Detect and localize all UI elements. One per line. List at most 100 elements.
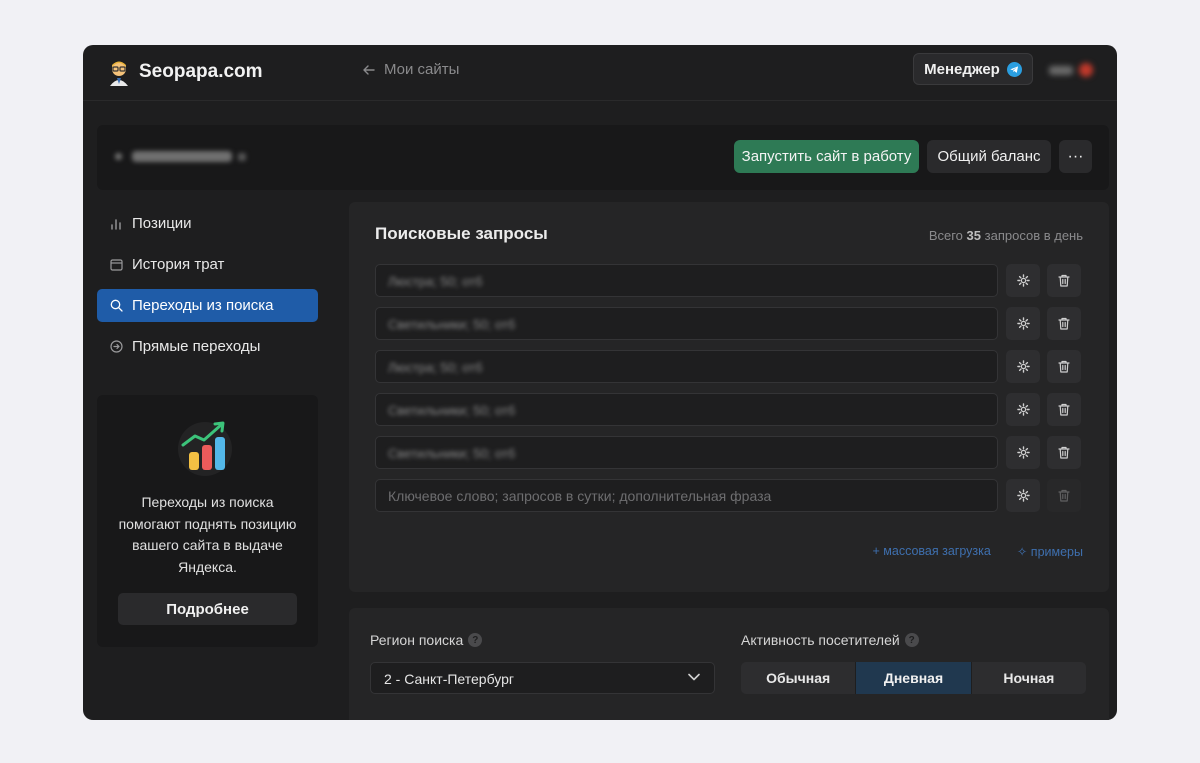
sidebar-item-label: Переходы из поиска <box>132 297 274 314</box>
gear-icon <box>1016 317 1030 330</box>
bulk-upload-link[interactable]: + массовая загрузка <box>873 544 991 559</box>
new-query-row: Ключевое слово; запросов в сутки; дополн… <box>375 479 1083 512</box>
query-input[interactable]: Люстра; 50; отб <box>375 264 998 297</box>
help-icon[interactable]: ? <box>904 633 919 647</box>
query-settings-button[interactable] <box>1006 436 1040 469</box>
avatar <box>1079 63 1093 77</box>
gear-icon <box>1016 489 1030 502</box>
visit-settings-card: Регион поиска ? 2 - Санкт-Петербург Акти… <box>349 608 1109 720</box>
section-title: Поисковые запросы <box>375 224 548 243</box>
copy-icon <box>238 152 246 161</box>
query-settings-button[interactable] <box>1006 393 1040 426</box>
region-value: 2 - Санкт-Петербург <box>384 671 515 687</box>
app-window: Seopapa.com Мои сайты Менеджер Запустить… <box>83 45 1117 720</box>
region-label-group: Регион поиска ? <box>370 632 483 648</box>
gear-icon <box>1016 403 1030 416</box>
query-text: Светильники; 50; отб <box>388 403 516 418</box>
total-count: 35 <box>966 228 981 243</box>
search-icon <box>109 299 123 313</box>
activity-option-night[interactable]: Ночная <box>971 662 1086 694</box>
query-delete-button[interactable] <box>1047 436 1081 469</box>
calendar-icon <box>109 258 123 272</box>
sidebar-item-spending-history[interactable]: История трат <box>97 248 318 281</box>
growth-chart-icon <box>178 421 232 476</box>
telegram-icon <box>1006 61 1022 77</box>
sidebar-item-label: Прямые переходы <box>132 338 261 355</box>
query-delete-button[interactable] <box>1047 393 1081 426</box>
arrow-left-icon <box>363 64 375 75</box>
learn-more-button[interactable]: Подробнее <box>118 593 297 625</box>
sidebar-item-search-visits[interactable]: Переходы из поиска <box>97 289 318 322</box>
activity-option-daytime[interactable]: Дневная <box>856 662 972 694</box>
query-links: + массовая загрузка ✧ примеры <box>847 544 1083 559</box>
gear-icon <box>1016 274 1030 287</box>
query-placeholder: Ключевое слово; запросов в сутки; дополн… <box>388 488 772 504</box>
activity-label: Активность посетителей <box>741 632 900 648</box>
region-select[interactable]: 2 - Санкт-Петербург <box>370 662 715 694</box>
total-prefix: Всего <box>928 228 963 243</box>
arrow-circle-icon <box>109 340 123 354</box>
trash-icon <box>1058 360 1070 373</box>
sidebar-nav: Позиции История трат Переходы из поиска … <box>97 207 318 371</box>
user-balance-blurred <box>1049 65 1073 75</box>
trash-icon <box>1058 489 1070 502</box>
launch-site-button[interactable]: Запустить сайт в работу <box>734 140 919 173</box>
examples-link[interactable]: ✧ примеры <box>1017 544 1083 559</box>
activity-segmented-control: Обычная Дневная Ночная <box>741 662 1086 694</box>
more-options-button[interactable]: ··· <box>1059 140 1092 173</box>
trash-icon <box>1058 274 1070 287</box>
user-account-menu[interactable] <box>1049 61 1101 79</box>
bar-chart-icon <box>109 217 123 231</box>
query-row: Люстра; 50; отб <box>375 350 1083 383</box>
query-delete-button[interactable] <box>1047 264 1081 297</box>
query-delete-button-disabled <box>1047 479 1081 512</box>
query-settings-button[interactable] <box>1006 350 1040 383</box>
trash-icon <box>1058 446 1070 459</box>
query-delete-button[interactable] <box>1047 350 1081 383</box>
query-row: Светильники; 50; отб <box>375 393 1083 426</box>
gear-icon <box>1016 360 1030 373</box>
query-delete-button[interactable] <box>1047 307 1081 340</box>
total-suffix: запросов в день <box>984 228 1083 243</box>
trash-icon <box>1058 317 1070 330</box>
gear-icon <box>1016 446 1030 459</box>
promo-card: Переходы из поиска помогают поднять пози… <box>97 395 318 647</box>
logo-mascot-icon <box>110 61 128 86</box>
sidebar-item-direct-visits[interactable]: Прямые переходы <box>97 330 318 363</box>
query-text: Люстра; 50; отб <box>388 274 483 289</box>
query-input[interactable]: Светильники; 50; отб <box>375 436 998 469</box>
sidebar-item-positions[interactable]: Позиции <box>97 207 318 240</box>
activity-label-group: Активность посетителей ? <box>741 632 919 648</box>
query-text: Люстра; 50; отб <box>388 360 483 375</box>
query-settings-button[interactable] <box>1006 307 1040 340</box>
total-balance-button[interactable]: Общий баланс <box>927 140 1051 173</box>
new-query-input[interactable]: Ключевое слово; запросов в сутки; дополн… <box>375 479 998 512</box>
site-selector[interactable] <box>115 151 246 162</box>
site-domain-blurred <box>132 151 232 162</box>
site-panel: Запустить сайт в работу Общий баланс ··· <box>97 125 1109 190</box>
region-label: Регион поиска <box>370 632 464 648</box>
manager-button[interactable]: Менеджер <box>913 53 1033 85</box>
query-text: Светильники; 50; отб <box>388 317 516 332</box>
query-settings-button[interactable] <box>1006 479 1040 512</box>
logo[interactable]: Seopapa.com <box>107 58 263 86</box>
query-row: Светильники; 50; отб <box>375 436 1083 469</box>
promo-description: Переходы из поиска помогают поднять пози… <box>118 494 297 575</box>
back-label: Мои сайты <box>384 61 460 78</box>
query-input[interactable]: Светильники; 50; отб <box>375 307 998 340</box>
brand-name: Seopapa.com <box>139 61 263 82</box>
query-row: Люстра; 50; отб <box>375 264 1083 297</box>
query-settings-button[interactable] <box>1006 264 1040 297</box>
sidebar-item-label: Позиции <box>132 215 192 232</box>
sidebar-item-label: История трат <box>132 256 225 273</box>
query-row: Светильники; 50; отб <box>375 307 1083 340</box>
search-queries-card: Поисковые запросы Всего 35 запросов в де… <box>349 202 1109 592</box>
trash-icon <box>1058 403 1070 416</box>
query-input[interactable]: Люстра; 50; отб <box>375 350 998 383</box>
manager-label: Менеджер <box>924 60 1000 78</box>
activity-option-normal[interactable]: Обычная <box>741 662 857 694</box>
help-icon[interactable]: ? <box>468 633 483 647</box>
queries-total: Всего 35 запросов в день <box>929 228 1083 243</box>
back-to-sites-link[interactable]: Мои сайты <box>363 61 459 78</box>
query-input[interactable]: Светильники; 50; отб <box>375 393 998 426</box>
